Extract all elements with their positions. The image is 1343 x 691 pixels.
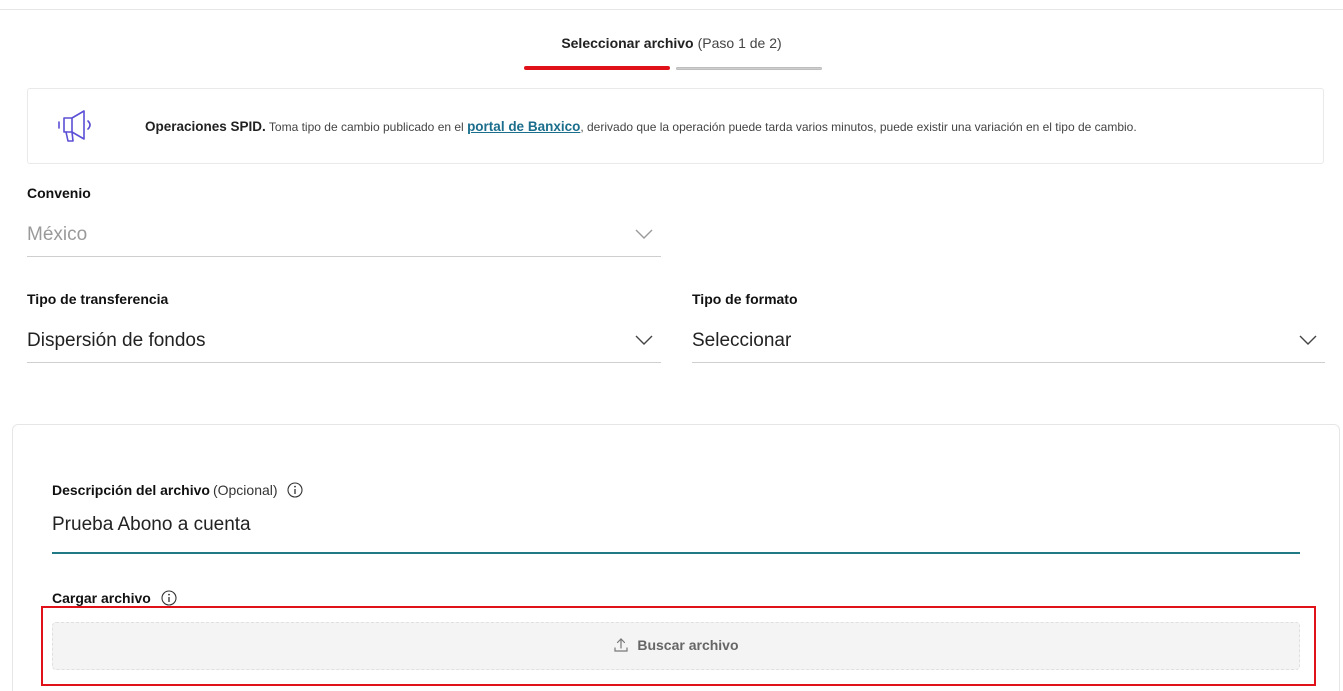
tipo-transferencia-label: Tipo de transferencia [27, 291, 169, 307]
step-title: Seleccionar archivo [561, 35, 694, 51]
chevron-down-icon [635, 227, 653, 239]
spid-notice: Operaciones SPID. Toma tipo de cambio pu… [27, 88, 1324, 164]
chevron-down-icon [635, 333, 653, 345]
info-icon[interactable] [161, 590, 177, 606]
info-icon[interactable] [287, 482, 303, 498]
step-progress-pending [676, 67, 822, 70]
cargar-archivo-label: Cargar archivo [52, 590, 177, 606]
cargar-archivo-label-text: Cargar archivo [52, 590, 151, 606]
tipo-transferencia-select[interactable]: Dispersión de fondos [27, 319, 661, 363]
buscar-archivo-label: Buscar archivo [637, 637, 739, 653]
notice-title: Operaciones SPID. [145, 119, 266, 134]
stepper: Seleccionar archivo (Paso 1 de 2) [0, 35, 1343, 51]
megaphone-icon [54, 107, 102, 145]
upload-icon [613, 637, 637, 653]
chevron-down-icon [1299, 333, 1317, 345]
tipo-formato-label: Tipo de formato [692, 291, 798, 307]
notice-text: Operaciones SPID. Toma tipo de cambio pu… [145, 119, 1137, 134]
banxico-portal-link[interactable]: portal de Banxico [467, 119, 580, 134]
tipo-formato-select[interactable]: Seleccionar [692, 319, 1325, 363]
descripcion-label: Descripción del archivo (Opcional) [52, 482, 303, 498]
tipo-transferencia-value: Dispersión de fondos [27, 330, 206, 351]
notice-text-before-link: Toma tipo de cambio publicado en el [268, 120, 464, 134]
descripcion-label-text: Descripción del archivo [52, 482, 210, 498]
buscar-archivo-button[interactable]: Buscar archivo [52, 622, 1300, 670]
descripcion-input[interactable] [52, 514, 1300, 536]
convenio-label: Convenio [27, 185, 91, 201]
step-count: (Paso 1 de 2) [697, 35, 782, 51]
tipo-formato-value: Seleccionar [692, 330, 792, 351]
descripcion-field[interactable] [52, 510, 1300, 554]
convenio-value: México [27, 224, 88, 245]
descripcion-optional: (Opcional) [212, 482, 278, 498]
header-divider [0, 9, 1343, 10]
convenio-select[interactable]: México [27, 213, 661, 257]
notice-text-after-link: , derivado que la operación puede tarda … [580, 120, 1137, 134]
step-progress-active [524, 66, 670, 70]
